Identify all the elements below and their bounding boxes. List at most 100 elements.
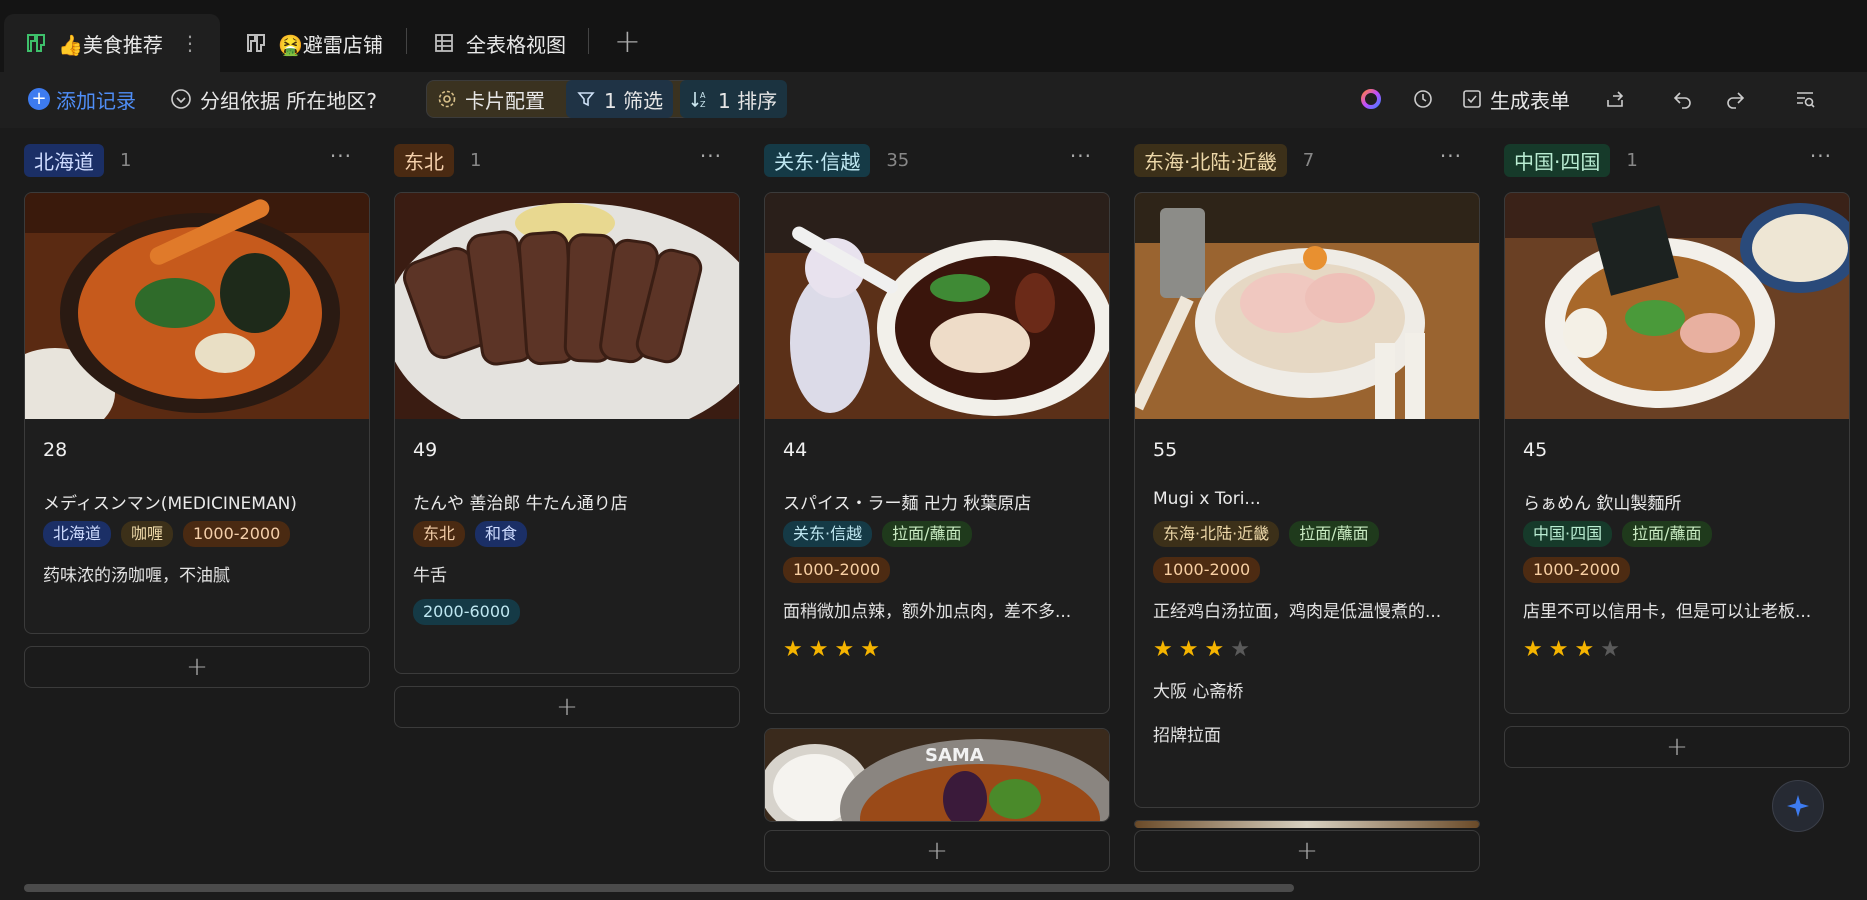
food-photo — [25, 193, 369, 419]
add-card-button[interactable]: + — [764, 830, 1110, 872]
column-title: 东北 — [394, 143, 454, 177]
column-header: 中国·四国 1 ··· — [1504, 140, 1850, 180]
tab-full-grid[interactable]: 全表格视图 — [432, 14, 566, 72]
svg-text:Z: Z — [700, 100, 706, 109]
cuisine-tag: 拉面/蘸面 — [1289, 521, 1379, 547]
shop-name: らぁめん 欽山製麵所 — [1523, 494, 1682, 514]
tab-food-recommend[interactable]: 👍美食推荐 ⋮ — [4, 14, 220, 72]
rating-stars: ★ ★ ★ ★ — [1153, 637, 1461, 665]
column-count: 1 — [470, 149, 482, 171]
column-hokkaido: 北海道 1 ··· 28 メディスンマン(MEDICINEMAN) 北海道 咖喱 — [24, 140, 370, 688]
add-record-button[interactable]: + 添加记录 — [28, 80, 136, 118]
horizontal-scrollbar[interactable] — [24, 884, 1294, 892]
price-tag: 1000-2000 — [1523, 557, 1631, 583]
record-card[interactable]: 28 メディスンマン(MEDICINEMAN) 北海道 咖喱 1000-2000… — [24, 192, 370, 634]
record-card[interactable]: 49 たんや 善治郎 牛たん通り店 东北 和食 牛舌 2000-6000 — [394, 192, 740, 674]
filter-label: 1 筛选 — [604, 88, 664, 113]
tab-avoid-shops[interactable]: 🤮避雷店铺 — [244, 14, 383, 72]
area-text: 大阪 心斋桥 — [1153, 682, 1244, 702]
filter-button[interactable]: 1 筛选 — [566, 80, 674, 118]
group-by-button[interactable]: 分组依据 所在地区? — [170, 80, 377, 118]
shop-name: スパイス・ラー麺 卍力 秋葉原店 — [783, 494, 1032, 514]
region-tag: 北海道 — [43, 521, 112, 547]
record-number: 55 — [1153, 439, 1178, 461]
automation-icon[interactable] — [1408, 84, 1438, 114]
sort-label: 1 排序 — [718, 88, 778, 113]
star-icon: ★ — [1230, 637, 1250, 662]
star-icon: ★ — [1153, 637, 1173, 662]
food-photo — [1135, 821, 1479, 828]
column-title: 中国·四国 — [1504, 143, 1611, 177]
more-icon[interactable]: ··· — [1440, 144, 1462, 168]
more-icon[interactable]: ··· — [700, 144, 722, 168]
region-tag: 关东·信越 — [783, 521, 873, 547]
add-card-button[interactable]: + — [1134, 830, 1480, 872]
shop-name: メディスンマン(MEDICINEMAN) — [43, 494, 297, 514]
share-icon[interactable] — [1600, 84, 1630, 114]
add-card-button[interactable]: + — [1504, 726, 1850, 768]
record-card[interactable]: 44 スパイス・ラー麺 卍力 秋葉原店 关东·信越 拉面/蘸面 1000-200… — [764, 192, 1110, 714]
ai-sparkle-button[interactable] — [1772, 780, 1824, 832]
star-icon: ★ — [834, 637, 855, 662]
price-tag: 1000-2000 — [1153, 557, 1261, 583]
region-tag: 中国·四国 — [1523, 521, 1613, 547]
shop-name: Mugi x Tori... — [1153, 489, 1261, 509]
redo-icon[interactable] — [1720, 84, 1750, 114]
record-number: 28 — [43, 439, 68, 461]
star-icon: ★ — [1204, 637, 1225, 662]
region-tag: 东海·北陆·近畿 — [1153, 521, 1280, 547]
record-card[interactable]: SAMA — [764, 728, 1110, 822]
column-count: 7 — [1302, 149, 1315, 171]
gear-icon — [437, 89, 457, 109]
more-icon[interactable]: ··· — [330, 144, 352, 168]
tab-divider — [588, 28, 589, 54]
add-card-button[interactable]: + — [394, 686, 740, 728]
toolbar: + 添加记录 分组依据 所在地区? 卡片配置 1 筛选 AZ 1 排序 生成表单 — [0, 72, 1867, 128]
sparkle-icon — [1787, 795, 1809, 817]
search-list-icon[interactable] — [1790, 84, 1820, 114]
star-icon: ★ — [860, 637, 880, 662]
sort-icon: AZ — [690, 89, 710, 109]
cuisine-tag: 拉面/蘸面 — [1622, 521, 1712, 547]
more-icon[interactable]: ··· — [1070, 144, 1092, 168]
column-tokai: 东海·北陆·近畿 7 ··· 55 Mugi x Tori... 东海·北陆·近… — [1134, 140, 1480, 872]
column-header: 东北 1 ··· — [394, 140, 740, 180]
column-count: 35 — [886, 149, 910, 171]
column-title: 北海道 — [24, 143, 104, 177]
review-text: 药味浓的汤咖喱，不油腻 — [43, 566, 230, 586]
rating-stars: ★ ★ ★ ★ — [1523, 637, 1831, 665]
card-config-label: 卡片配置 — [465, 88, 545, 113]
column-header: 关东·信越 35 ··· — [764, 140, 1110, 180]
review-text: 店里不可以信用卡，但是可以让老板... — [1523, 602, 1812, 622]
tab-label: 👍美食推荐 — [58, 32, 163, 57]
column-title: 关东·信越 — [764, 143, 871, 177]
shop-name: たんや 善治郎 牛たん通り店 — [413, 494, 628, 514]
food-photo — [1135, 193, 1479, 419]
column-header: 东海·北陆·近畿 7 ··· — [1134, 140, 1480, 180]
group-by-label: 分组依据 所在地区? — [200, 88, 377, 113]
view-tab-bar: 👍美食推荐 ⋮ 🤮避雷店铺 全表格视图 + — [0, 0, 1867, 72]
chevron-circle-icon — [170, 88, 192, 110]
record-card[interactable]: 45 らぁめん 欽山製麵所 中国·四国 拉面/蘸面 1000-2000 店里不可… — [1504, 192, 1850, 714]
price-tag: 1000-2000 — [783, 557, 891, 583]
review-text: 面稍微加点辣，额外加点肉，差不多... — [783, 602, 1072, 622]
undo-icon[interactable] — [1668, 84, 1698, 114]
record-number: 44 — [783, 439, 808, 461]
more-icon[interactable]: ··· — [1810, 144, 1832, 168]
ai-assistant-icon[interactable] — [1356, 84, 1386, 114]
plus-icon: + — [28, 88, 50, 110]
food-photo — [1505, 193, 1849, 419]
svg-text:A: A — [700, 91, 706, 100]
generate-form-button[interactable]: 生成表单 — [1462, 80, 1570, 118]
record-number: 49 — [413, 439, 438, 461]
record-card[interactable]: 55 Mugi x Tori... 东海·北陆·近畿 拉面/蘸面 1000-20… — [1134, 192, 1480, 808]
tab-label: 全表格视图 — [466, 32, 566, 57]
food-photo — [395, 193, 739, 419]
more-icon[interactable]: ⋮ — [180, 31, 200, 55]
sort-button[interactable]: AZ 1 排序 — [680, 80, 788, 118]
review-text: 牛舌 — [413, 566, 447, 586]
record-card[interactable] — [1134, 820, 1480, 828]
add-card-button[interactable]: + — [24, 646, 370, 688]
add-view-button[interactable]: + — [614, 22, 641, 60]
star-icon: ★ — [1548, 637, 1569, 662]
